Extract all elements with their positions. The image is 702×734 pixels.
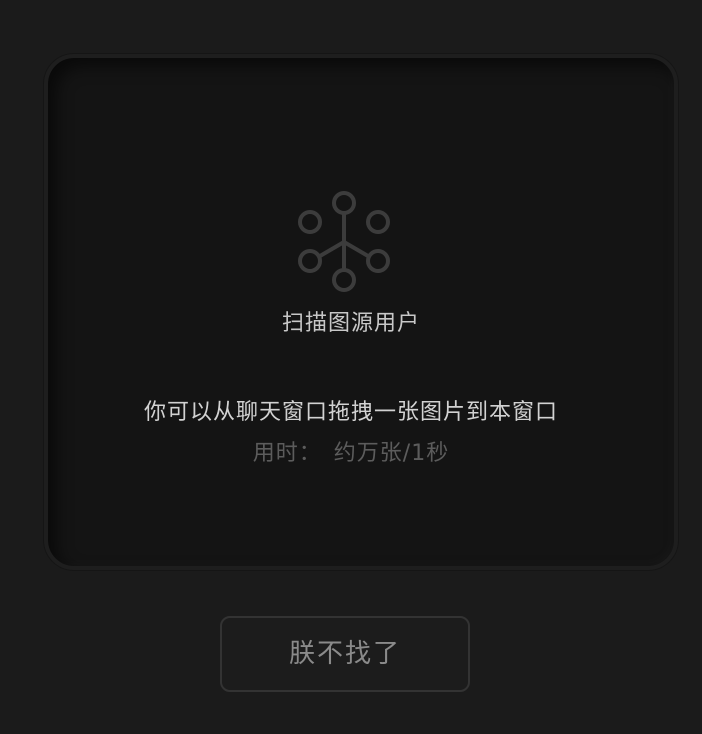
time-label: 用时： [252,441,322,466]
network-nodes-icon [298,191,390,292]
drop-hint-text: 你可以从聊天窗口拖拽一张图片到本窗口 [143,400,558,425]
time-estimate: 用时： 约万张/1秒 [0,435,702,467]
scan-window: 扫描图源用户 你可以从聊天窗口拖拽一张图片到本窗口 用时： 约万张/1秒 朕不找了 [0,0,702,734]
scan-title: 扫描图源用户 [281,311,420,336]
give-up-button[interactable]: 朕不找了 [220,616,470,692]
time-value: 约万张/1秒 [333,441,450,466]
